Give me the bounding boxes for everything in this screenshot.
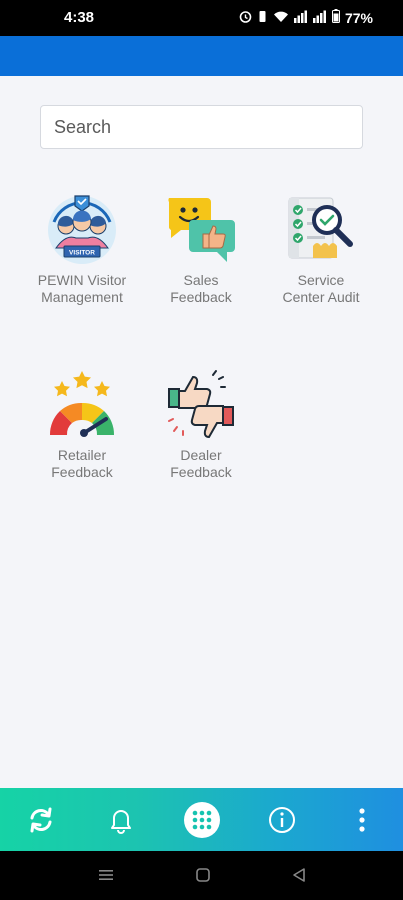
sales-feedback-icon (163, 192, 239, 268)
tile-visitor-management[interactable]: VISITOR PEWIN Visitor Management (22, 192, 142, 306)
battery-percent: 77% (344, 9, 373, 26)
status-icons: 77% (239, 9, 373, 26)
tile-dealer-feedback[interactable]: Dealer Feedback (141, 367, 261, 481)
status-bar: 4:38 77% (0, 0, 403, 36)
info-icon[interactable] (264, 802, 300, 838)
vibrate-icon (257, 10, 268, 26)
back-icon[interactable] (291, 867, 307, 888)
alarm-icon (239, 10, 252, 26)
service-audit-icon (283, 192, 359, 268)
refresh-icon[interactable] (23, 802, 59, 838)
home-icon[interactable] (195, 867, 211, 888)
battery-icon (331, 9, 340, 26)
grid-icon[interactable] (184, 802, 220, 838)
tile-label: PEWIN Visitor Management (37, 272, 127, 305)
tile-retailer-feedback[interactable]: Retailer Feedback (22, 367, 142, 481)
signal-icon-2 (312, 10, 327, 26)
svg-text:VISITOR: VISITOR (69, 250, 95, 257)
tile-label: Retailer Feedback (51, 447, 113, 480)
retailer-feedback-icon (44, 367, 120, 443)
tile-label: Dealer Feedback (170, 447, 232, 480)
bottom-navigation (0, 788, 403, 851)
app-bar (0, 36, 403, 76)
status-time: 4:38 (64, 9, 95, 26)
wifi-icon (273, 10, 289, 26)
tile-label: Service Center Audit (282, 272, 360, 305)
more-vertical-icon[interactable] (344, 802, 380, 838)
tile-sales-feedback[interactable]: Sales Feedback (141, 192, 261, 306)
signal-icon (293, 10, 308, 26)
visitor-management-icon: VISITOR (44, 192, 120, 268)
search-box[interactable] (40, 105, 363, 149)
bell-icon[interactable] (103, 802, 139, 838)
system-navigation-bar (0, 851, 403, 900)
recent-apps-icon[interactable] (98, 867, 114, 888)
search-input[interactable] (54, 116, 349, 138)
tile-service-center-audit[interactable]: Service Center Audit (261, 192, 381, 306)
tile-label: Sales Feedback (170, 272, 232, 305)
dealer-feedback-icon (163, 367, 239, 443)
